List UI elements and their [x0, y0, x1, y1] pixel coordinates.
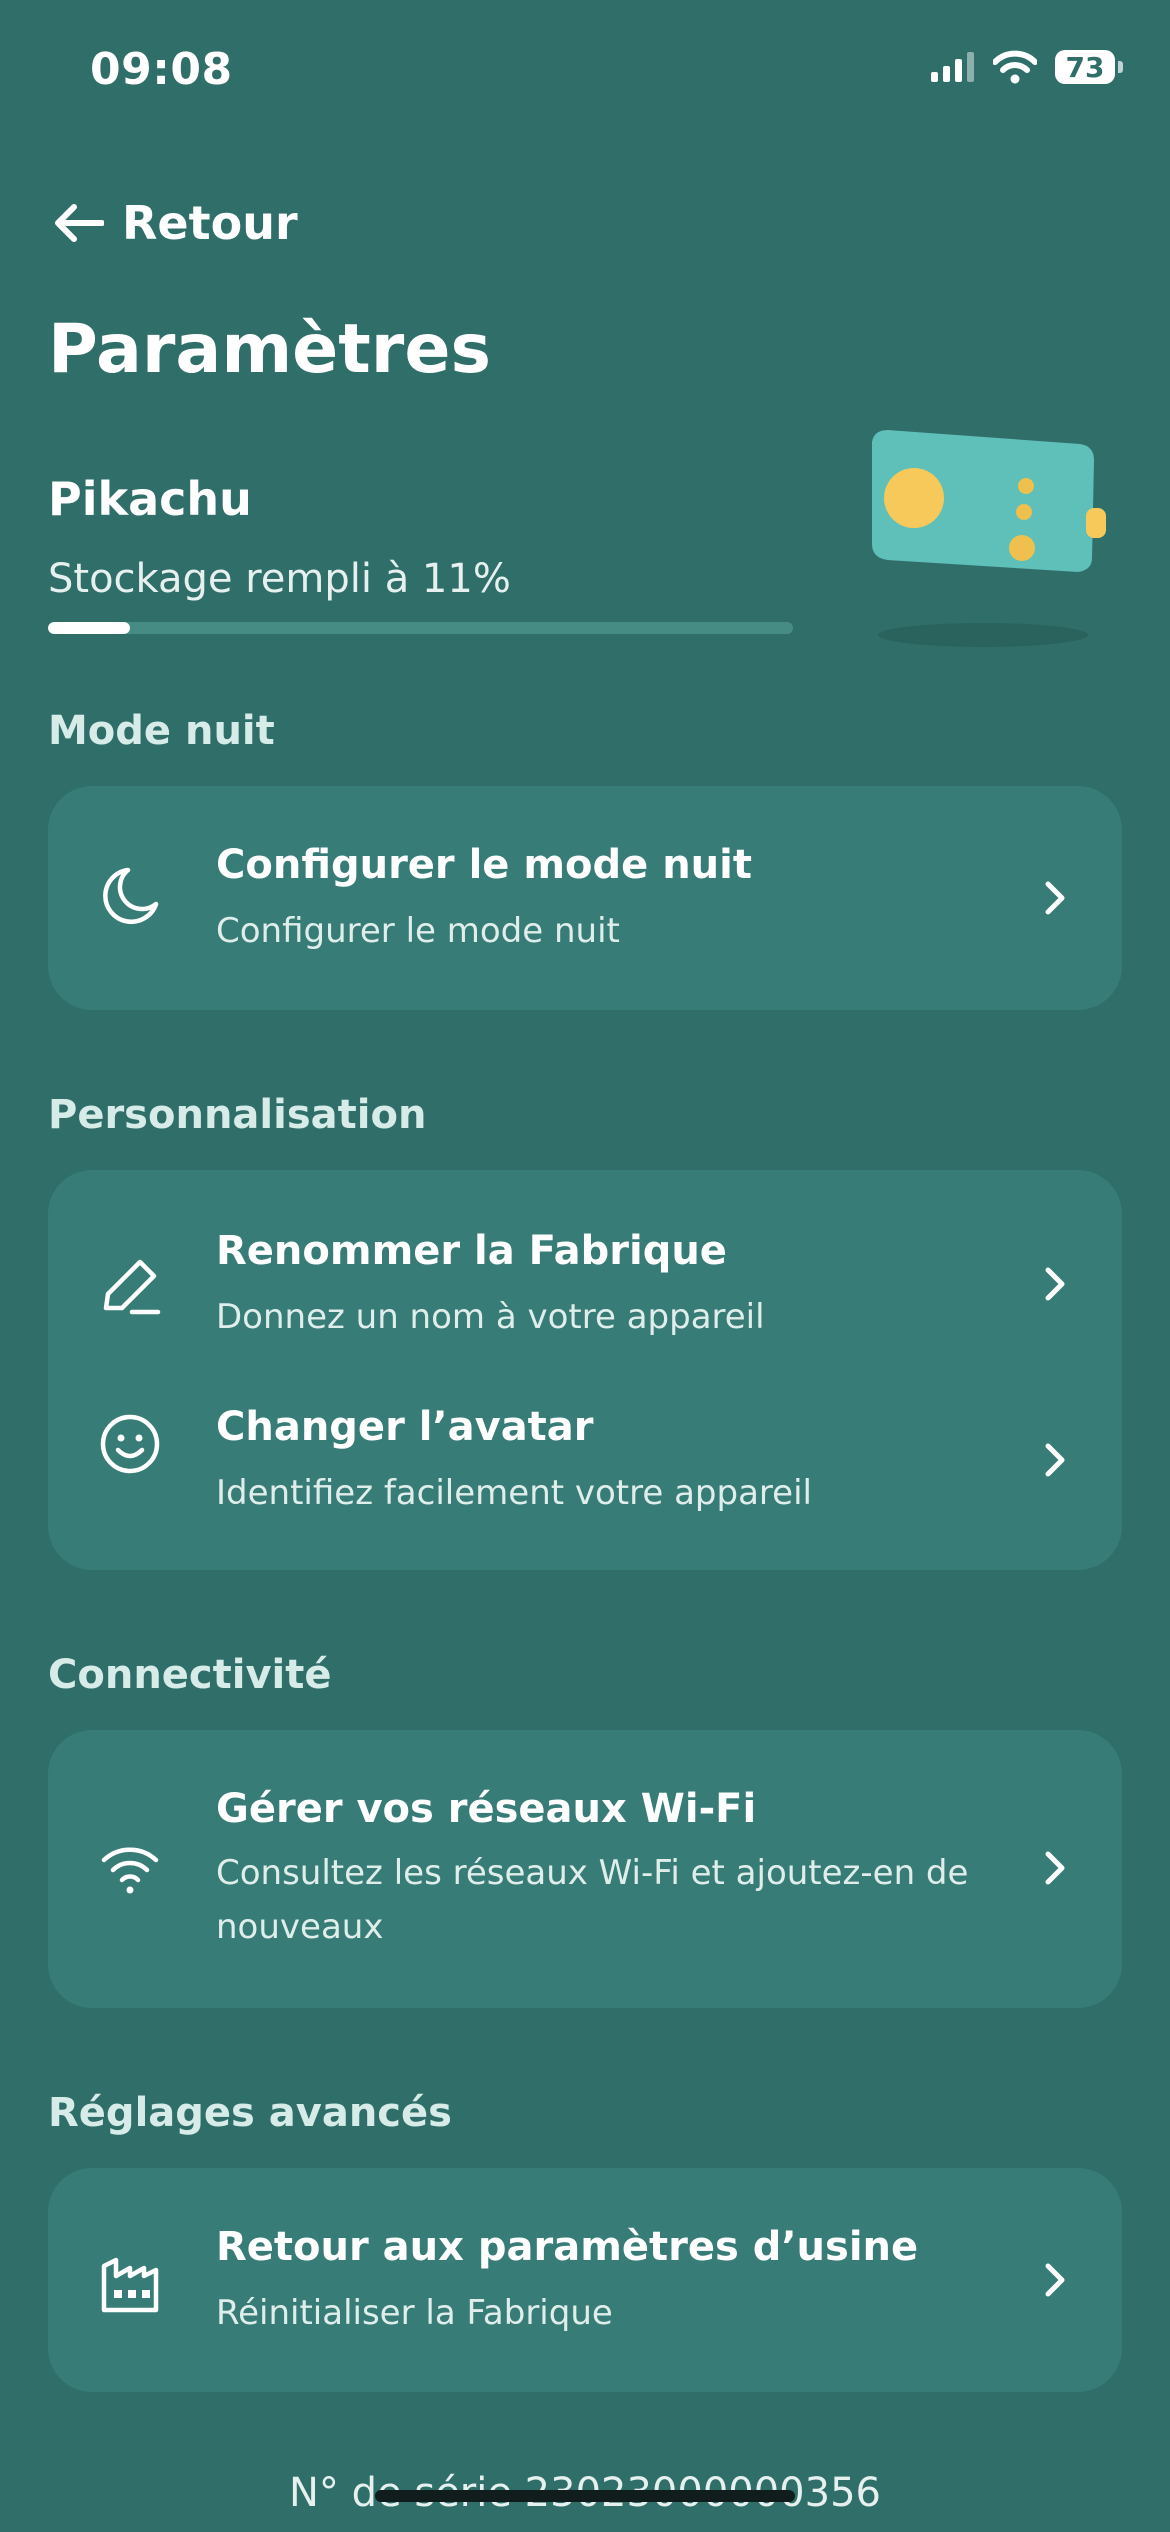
back-button[interactable]: Retour	[52, 196, 298, 250]
personalisation-card: Renommer la Fabrique Donnez un nom à vot…	[48, 1170, 1122, 1570]
night-mode-card: Configurer le mode nuit Configurer le mo…	[48, 786, 1122, 1010]
factory-reset-row[interactable]: Retour aux paramètres d’usine Réinitiali…	[48, 2168, 1122, 2392]
connectivity-card: Gérer vos réseaux Wi-Fi Consultez les ré…	[48, 1730, 1122, 2008]
status-time: 09:08	[90, 44, 233, 95]
section-title-personalisation: Personnalisation	[48, 1092, 427, 1138]
row-title: Retour aux paramètres d’usine	[216, 2224, 919, 2270]
moon-icon	[103, 867, 159, 925]
row-title: Configurer le mode nuit	[216, 842, 752, 888]
home-indicator[interactable]	[375, 2490, 795, 2502]
chevron-right-icon	[1045, 1851, 1065, 1885]
manage-wifi-row[interactable]: Gérer vos réseaux Wi-Fi Consultez les ré…	[48, 1730, 1122, 2008]
row-title: Renommer la Fabrique	[216, 1228, 727, 1274]
battery-level: 73	[1065, 50, 1105, 84]
configure-night-mode-row[interactable]: Configurer le mode nuit Configurer le mo…	[48, 786, 1122, 1010]
device-illustration	[872, 430, 1106, 647]
pencil-icon	[103, 1259, 161, 1315]
section-title-connectivity: Connectivité	[48, 1652, 332, 1698]
wifi-status-icon	[993, 50, 1037, 84]
row-subtitle: Consultez les réseaux Wi-Fi et ajoutez-e…	[216, 1853, 969, 1947]
chevron-right-icon	[1045, 1443, 1065, 1477]
chevron-right-icon	[1045, 2263, 1065, 2297]
row-subtitle: Donnez un nom à votre appareil	[216, 1297, 765, 1337]
row-subtitle: Configurer le mode nuit	[216, 911, 620, 951]
page-title: Paramètres	[48, 310, 491, 389]
chevron-right-icon	[1045, 1267, 1065, 1301]
chevron-right-icon	[1045, 881, 1065, 915]
device-name: Pikachu	[48, 472, 252, 526]
wifi-icon	[101, 1847, 159, 1894]
change-avatar-row[interactable]: Changer l’avatar Identifiez facilement v…	[48, 1370, 1122, 1570]
back-label: Retour	[122, 196, 298, 250]
storage-progress-fill	[48, 622, 130, 634]
row-title: Changer l’avatar	[216, 1404, 594, 1450]
storage-progress-bar	[48, 622, 793, 634]
battery-indicator: 73	[1055, 50, 1123, 84]
row-title: Gérer vos réseaux Wi-Fi	[216, 1786, 757, 1832]
rename-device-row[interactable]: Renommer la Fabrique Donnez un nom à vot…	[48, 1170, 1122, 1370]
factory-icon	[101, 2257, 159, 2313]
arrow-left-icon	[55, 204, 104, 242]
section-title-night: Mode nuit	[48, 708, 275, 754]
row-subtitle: Identifiez facilement votre appareil	[216, 1473, 812, 1513]
cellular-signal-icon	[931, 52, 974, 82]
advanced-card: Retour aux paramètres d’usine Réinitiali…	[48, 2168, 1122, 2392]
storage-text: Stockage rempli à 11%	[48, 556, 511, 602]
smiley-icon	[100, 1414, 160, 1474]
status-icons: 73	[931, 50, 1123, 84]
section-title-advanced: Réglages avancés	[48, 2090, 452, 2136]
row-subtitle: Réinitialiser la Fabrique	[216, 2293, 613, 2333]
